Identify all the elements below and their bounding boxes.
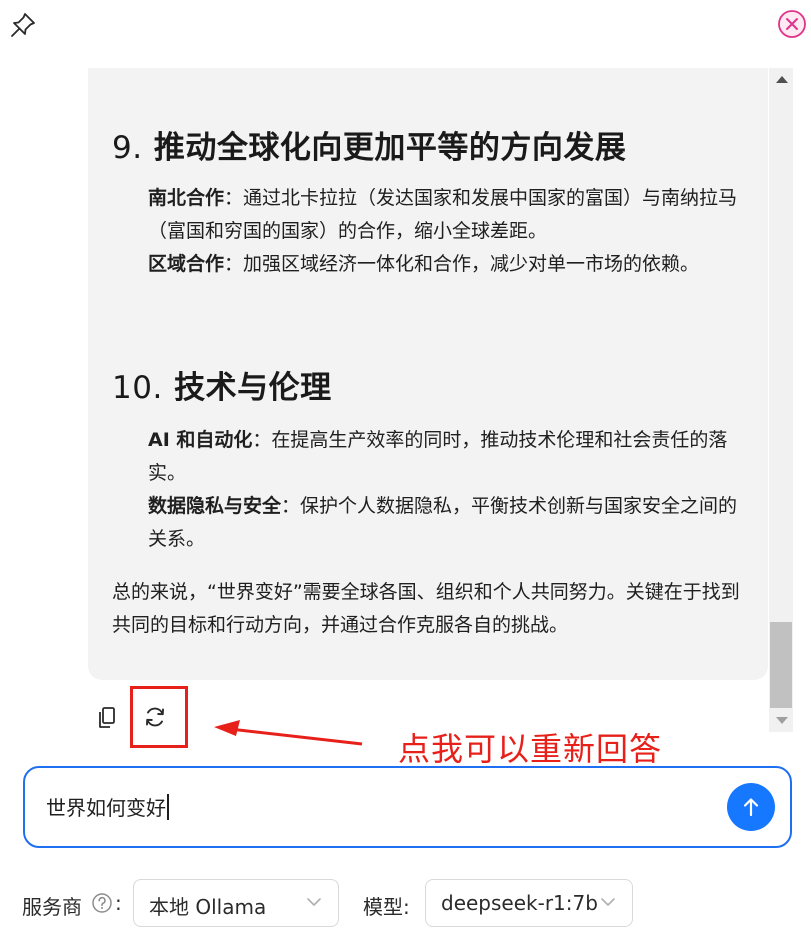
section-number: 9. bbox=[112, 130, 143, 166]
section-title: 技术与伦理 bbox=[174, 370, 332, 406]
provider-label: 服务商 bbox=[22, 895, 82, 919]
item-label: 数据隐私与安全 bbox=[148, 495, 282, 517]
list-item: 南北合作：通过北卡拉拉（发达国家和发展中国家的富国）与南纳拉马（富国和穷国的国家… bbox=[148, 182, 748, 248]
pin-icon[interactable] bbox=[8, 10, 38, 40]
provider-select-value: 本地 Ollama bbox=[149, 895, 267, 919]
item-text: ：加强区域经济一体化和合作，减少对单一市场的依赖。 bbox=[224, 253, 700, 275]
provider-colon: : bbox=[115, 891, 122, 915]
chevron-down-icon bbox=[307, 898, 321, 906]
list-item: 区域合作：加强区域经济一体化和合作，减少对单一市场的依赖。 bbox=[148, 248, 748, 281]
copy-icon[interactable] bbox=[95, 705, 119, 731]
scroll-up-arrow-icon[interactable] bbox=[776, 76, 788, 83]
scrollbar-thumb[interactable] bbox=[770, 622, 792, 708]
close-icon[interactable] bbox=[776, 8, 808, 40]
section-heading: 10. 技术与伦理 bbox=[112, 362, 332, 407]
list-item: 数据隐私与安全：保护个人数据隐私，平衡技术创新与国家安全之间的关系。 bbox=[148, 490, 748, 556]
text-caret bbox=[167, 794, 169, 820]
annotation-highlight-box bbox=[130, 686, 188, 748]
question-circle-icon[interactable] bbox=[91, 892, 113, 914]
item-label: 区域合作 bbox=[148, 253, 225, 275]
section-heading: 9. 推动全球化向更加平等的方向发展 bbox=[112, 122, 626, 167]
send-button[interactable] bbox=[727, 783, 775, 831]
chevron-down-icon bbox=[601, 898, 615, 906]
section-number: 10. bbox=[112, 370, 163, 406]
chat-input-value[interactable]: 世界如何变好 bbox=[46, 792, 169, 821]
model-select[interactable]: deepseek-r1:7b bbox=[425, 879, 633, 927]
summary-text: 总的来说，“世界变好”需要全球各国、组织和个人共同努力。关键在于找到共同的目标和… bbox=[112, 581, 740, 636]
annotation-text: 点我可以重新回答 bbox=[398, 730, 663, 768]
item-label: AI 和自动化 bbox=[148, 429, 253, 451]
list-item: AI 和自动化：在提高生产效率的同时，推动技术伦理和社会责任的落实。 bbox=[148, 424, 748, 490]
section-title: 推动全球化向更加平等的方向发展 bbox=[153, 130, 627, 166]
model-select-value: deepseek-r1:7b bbox=[441, 891, 598, 915]
item-text: ：通过北卡拉拉（发达国家和发展中国家的富国）与南纳拉马（富国和穷国的国家）的合作… bbox=[148, 187, 738, 242]
annotation-arrow-icon bbox=[214, 720, 363, 746]
scroll-down-arrow-icon[interactable] bbox=[776, 717, 788, 724]
arrow-up-icon bbox=[743, 798, 759, 817]
item-label: 南北合作 bbox=[148, 187, 225, 209]
provider-select[interactable]: 本地 Ollama bbox=[133, 879, 339, 927]
model-label: 模型: bbox=[363, 895, 410, 919]
assistant-message: 9. 推动全球化向更加平等的方向发展 南北合作：通过北卡拉拉（发达国家和发展中国… bbox=[88, 68, 768, 680]
